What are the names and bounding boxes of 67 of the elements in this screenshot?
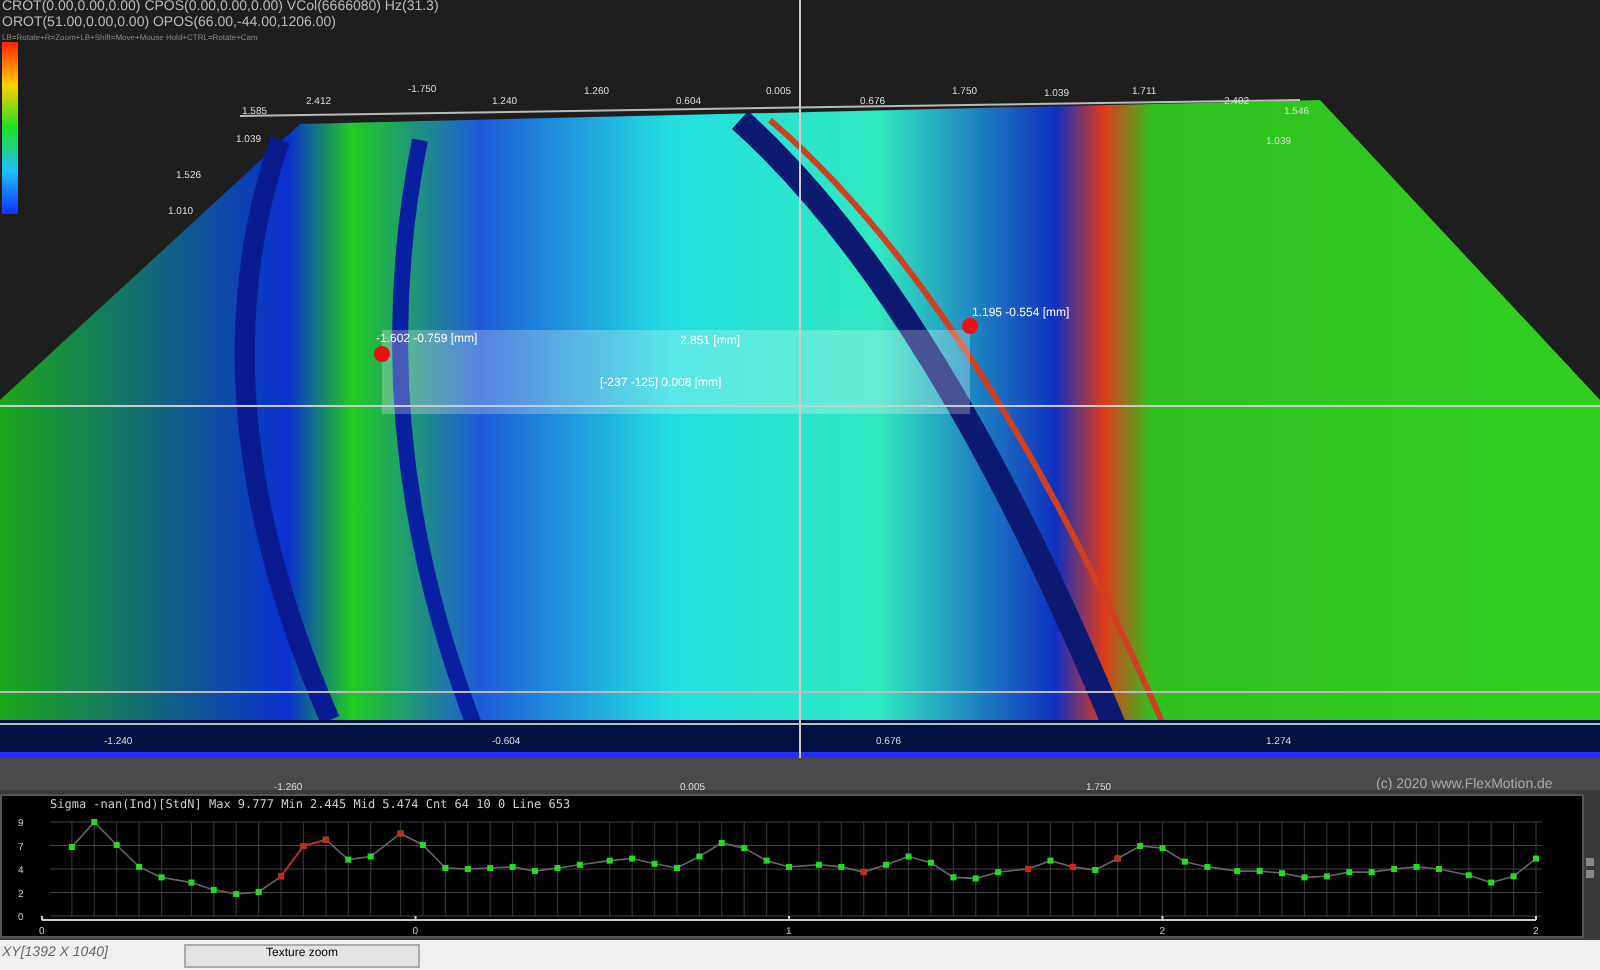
data-point — [1533, 855, 1539, 862]
data-point — [1256, 868, 1263, 875]
data-point — [255, 889, 262, 895]
data-point — [136, 863, 143, 870]
data-point — [629, 855, 636, 862]
flagged-point — [1114, 855, 1121, 862]
flagged-point — [300, 843, 307, 849]
data-point — [883, 861, 890, 868]
data-point — [442, 864, 449, 871]
data-point — [651, 860, 658, 867]
data-point — [815, 861, 822, 868]
data-point — [1092, 867, 1099, 874]
data-point — [1368, 869, 1375, 876]
data-point — [606, 857, 613, 864]
data-point — [345, 856, 352, 863]
data-point — [487, 864, 494, 871]
data-point — [1413, 863, 1420, 870]
data-point — [1488, 879, 1495, 886]
flagged-point — [860, 869, 867, 876]
measure-point[interactable] — [962, 318, 978, 334]
data-point — [1181, 858, 1188, 865]
data-point — [1159, 845, 1166, 852]
data-point — [1435, 866, 1442, 872]
data-point — [509, 863, 516, 870]
data-point — [1346, 869, 1353, 876]
flagged-point — [1025, 866, 1032, 872]
surface-view[interactable] — [0, 0, 1600, 790]
data-point — [741, 845, 748, 852]
data-point — [927, 859, 934, 866]
data-point — [838, 863, 845, 870]
data-point — [1323, 873, 1330, 880]
data-point — [1047, 857, 1054, 864]
data-point — [210, 886, 217, 893]
data-point — [113, 842, 120, 848]
data-point — [1234, 868, 1241, 875]
data-point — [718, 839, 725, 846]
data-point — [233, 891, 240, 898]
data-point — [995, 869, 1002, 876]
data-point — [972, 875, 979, 882]
data-point — [1301, 874, 1308, 881]
data-point — [1391, 866, 1398, 872]
data-point — [532, 868, 538, 875]
data-point — [1137, 843, 1144, 849]
data-point — [905, 853, 912, 860]
data-point — [763, 857, 770, 864]
data-point — [554, 864, 561, 871]
flagged-point — [397, 830, 404, 837]
flagged-point — [1069, 863, 1076, 870]
flagged-point — [278, 873, 285, 880]
data-point — [576, 861, 583, 868]
data-point — [419, 842, 426, 848]
data-point — [696, 853, 703, 860]
data-point — [673, 864, 680, 871]
data-point — [1510, 873, 1517, 880]
flagged-point — [322, 836, 329, 843]
data-point — [464, 866, 471, 872]
data-point — [1465, 872, 1472, 879]
data-point — [1204, 863, 1211, 870]
data-point — [1279, 870, 1285, 877]
data-point — [950, 874, 957, 881]
measure-point[interactable] — [374, 346, 390, 362]
data-point — [786, 863, 792, 870]
data-point — [91, 819, 98, 825]
data-point — [158, 874, 165, 881]
data-point — [68, 844, 75, 851]
data-point — [367, 853, 374, 860]
data-point — [188, 879, 195, 886]
